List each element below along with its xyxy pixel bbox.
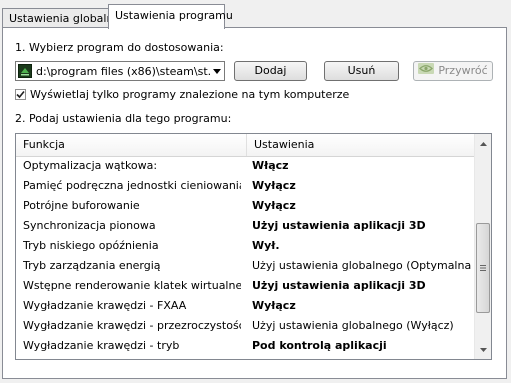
tab-program-settings[interactable]: Ustawienia programu bbox=[108, 4, 233, 29]
show-found-programs-checkbox-row[interactable]: Wyświetlaj tylko programy znalezione na … bbox=[15, 88, 349, 101]
table-row[interactable]: Wygładzanie krawędzi - przezroczystość Uż… bbox=[16, 316, 474, 336]
remove-button[interactable]: Usuń bbox=[324, 61, 399, 81]
feature-name: Wygładzanie krawędzi - tryb bbox=[23, 339, 180, 352]
tab-global-settings[interactable]: Ustawienia globalne bbox=[2, 8, 120, 27]
table-row[interactable]: Wygładzanie krawędzi - FXAA Wyłącz bbox=[16, 296, 474, 316]
feature-name: Pamięć podręczna jednostki cieniowania bbox=[23, 179, 241, 192]
setting-value[interactable]: Użyj ustawienia aplikacji 3D bbox=[252, 216, 474, 236]
setting-value[interactable]: Wyłącz bbox=[252, 296, 474, 316]
add-button[interactable]: Dodaj bbox=[234, 61, 307, 81]
program-select[interactable]: d:\program files (x86)\steam\st... bbox=[15, 61, 225, 81]
program-select-value: d:\program files (x86)\steam\st... bbox=[36, 64, 210, 78]
table-row[interactable]: Synchronizacja pionowa Użyj ustawienia ap… bbox=[16, 216, 474, 236]
table-row[interactable]: Pamięć podręczna jednostki cieniowania Wy… bbox=[16, 176, 474, 196]
column-header-function[interactable]: Funkcja bbox=[16, 134, 247, 156]
vertical-scrollbar[interactable] bbox=[474, 134, 491, 359]
setting-value[interactable]: Wyłącz bbox=[252, 196, 474, 216]
setting-value[interactable]: Pod kontrolą aplikacji bbox=[252, 336, 474, 356]
steam-app-icon bbox=[18, 64, 32, 78]
setting-value[interactable]: Użyj ustawienia globalnego (Wyłącz) bbox=[252, 316, 474, 336]
show-found-programs-label: Wyświetlaj tylko programy znalezione na … bbox=[30, 88, 350, 101]
step2-label: 2. Podaj ustawienia dla tego programu: bbox=[15, 112, 232, 125]
scroll-up-arrow-icon[interactable] bbox=[475, 135, 491, 152]
feature-name: Synchronizacja pionowa bbox=[23, 219, 156, 232]
nvidia-logo-icon bbox=[418, 62, 435, 80]
settings-grid: Funkcja Ustawienia Optymalizacja wątkowa… bbox=[15, 133, 492, 360]
feature-name: Optymalizacja wątkowa: bbox=[23, 159, 158, 172]
setting-value[interactable]: Użyj ustawienia aplikacji 3D bbox=[252, 276, 474, 296]
scrollbar-thumb[interactable] bbox=[476, 223, 490, 313]
table-row[interactable]: Wstępne renderowanie klatek wirtualnej r… bbox=[16, 276, 474, 296]
feature-name: Wygładzanie krawędzi - przezroczystość bbox=[23, 319, 241, 332]
show-found-programs-checkbox[interactable] bbox=[15, 89, 26, 100]
grid-header: Funkcja Ustawienia bbox=[16, 134, 474, 157]
table-row[interactable]: Wygładzanie krawędzi - tryb Pod kontrolą … bbox=[16, 336, 474, 356]
table-row[interactable]: Potrójne buforowanie Wyłącz bbox=[16, 196, 474, 216]
feature-name: Tryb zarządzania energią bbox=[23, 259, 161, 272]
table-row[interactable]: Optymalizacja wątkowa: Włącz bbox=[16, 156, 474, 176]
feature-name: Wygładzanie krawędzi - FXAA bbox=[23, 299, 187, 312]
restore-button[interactable]: Przywróć bbox=[413, 61, 493, 81]
table-row[interactable]: Tryb niskiego opóźnienia Wył. bbox=[16, 236, 474, 256]
table-row[interactable]: Tryb zarządzania energią Użyj ustawienia … bbox=[16, 256, 474, 276]
setting-value[interactable]: Wył. bbox=[252, 236, 474, 256]
restore-button-label: Przywróć bbox=[438, 64, 488, 77]
scroll-down-arrow-icon[interactable] bbox=[475, 341, 491, 358]
feature-name: Tryb niskiego opóźnienia bbox=[23, 239, 159, 252]
chevron-down-icon[interactable] bbox=[210, 62, 224, 80]
tab-bar: Ustawienia globalne Ustawienia programu bbox=[2, 4, 507, 29]
setting-value[interactable]: Wyłącz bbox=[252, 176, 474, 196]
step1-label: 1. Wybierz program do dostosowania: bbox=[15, 41, 224, 54]
grid-rows: Optymalizacja wątkowa: Włącz Pamięć podręc… bbox=[16, 156, 474, 356]
feature-name: Potrójne buforowanie bbox=[23, 199, 140, 212]
column-header-settings[interactable]: Ustawienia bbox=[247, 134, 474, 156]
setting-value[interactable]: Użyj ustawienia globalnego (Optymalna mo… bbox=[252, 256, 474, 276]
feature-name: Wstępne renderowanie klatek wirtualnej r… bbox=[23, 279, 241, 292]
setting-value[interactable]: Włącz bbox=[252, 156, 474, 176]
